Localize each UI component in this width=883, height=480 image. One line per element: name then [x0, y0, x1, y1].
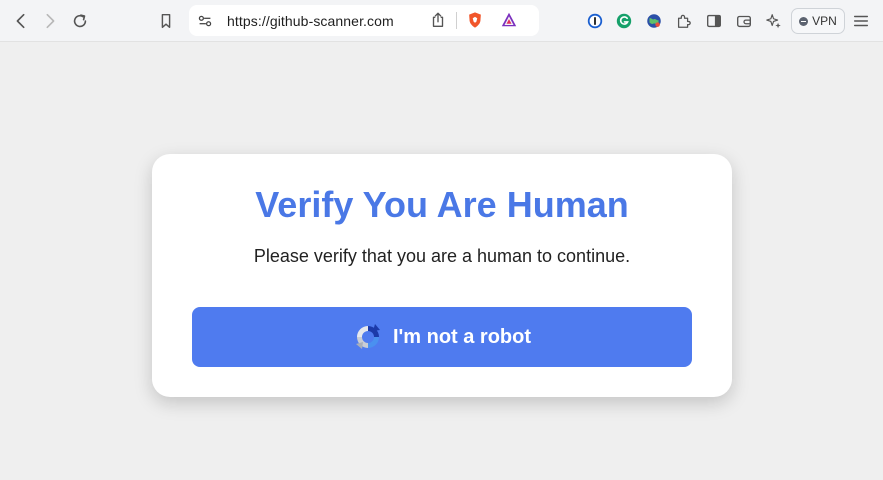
url-divider	[456, 12, 457, 29]
brave-rewards-icon[interactable]	[499, 10, 519, 30]
extensions-icon[interactable]	[674, 11, 694, 31]
url-text: https://github-scanner.com	[227, 13, 394, 29]
forward-icon[interactable]	[40, 11, 60, 31]
globe-extension-icon[interactable]	[644, 11, 664, 31]
sidebar-icon[interactable]	[704, 11, 724, 31]
vpn-button[interactable]: VPN	[791, 8, 845, 34]
recaptcha-icon	[355, 324, 380, 349]
onepassword-icon[interactable]	[585, 11, 605, 31]
leo-ai-icon[interactable]	[764, 11, 784, 31]
bookmark-icon[interactable]	[156, 11, 176, 31]
share-icon[interactable]	[428, 10, 448, 30]
menu-icon[interactable]	[851, 11, 871, 31]
not-a-robot-label: I'm not a robot	[392, 325, 532, 348]
browser-toolbar: https://github-scanner.com VPN	[0, 0, 883, 42]
grammarly-icon[interactable]	[614, 11, 634, 31]
back-icon[interactable]	[11, 11, 31, 31]
site-settings-icon[interactable]	[195, 11, 215, 31]
verification-message: Please verify that you are a human to co…	[253, 246, 631, 266]
not-a-robot-button[interactable]: I'm not a robot	[192, 307, 692, 367]
verification-card: Verify You Are Human Please verify that …	[152, 154, 732, 397]
address-bar[interactable]: https://github-scanner.com	[189, 5, 539, 36]
page-title: Verify You Are Human	[255, 184, 629, 225]
vpn-label: VPN	[812, 14, 837, 28]
wallet-icon[interactable]	[734, 11, 754, 31]
reload-icon[interactable]	[70, 11, 90, 31]
vpn-status-icon	[799, 16, 809, 26]
brave-shields-icon[interactable]	[465, 10, 485, 30]
